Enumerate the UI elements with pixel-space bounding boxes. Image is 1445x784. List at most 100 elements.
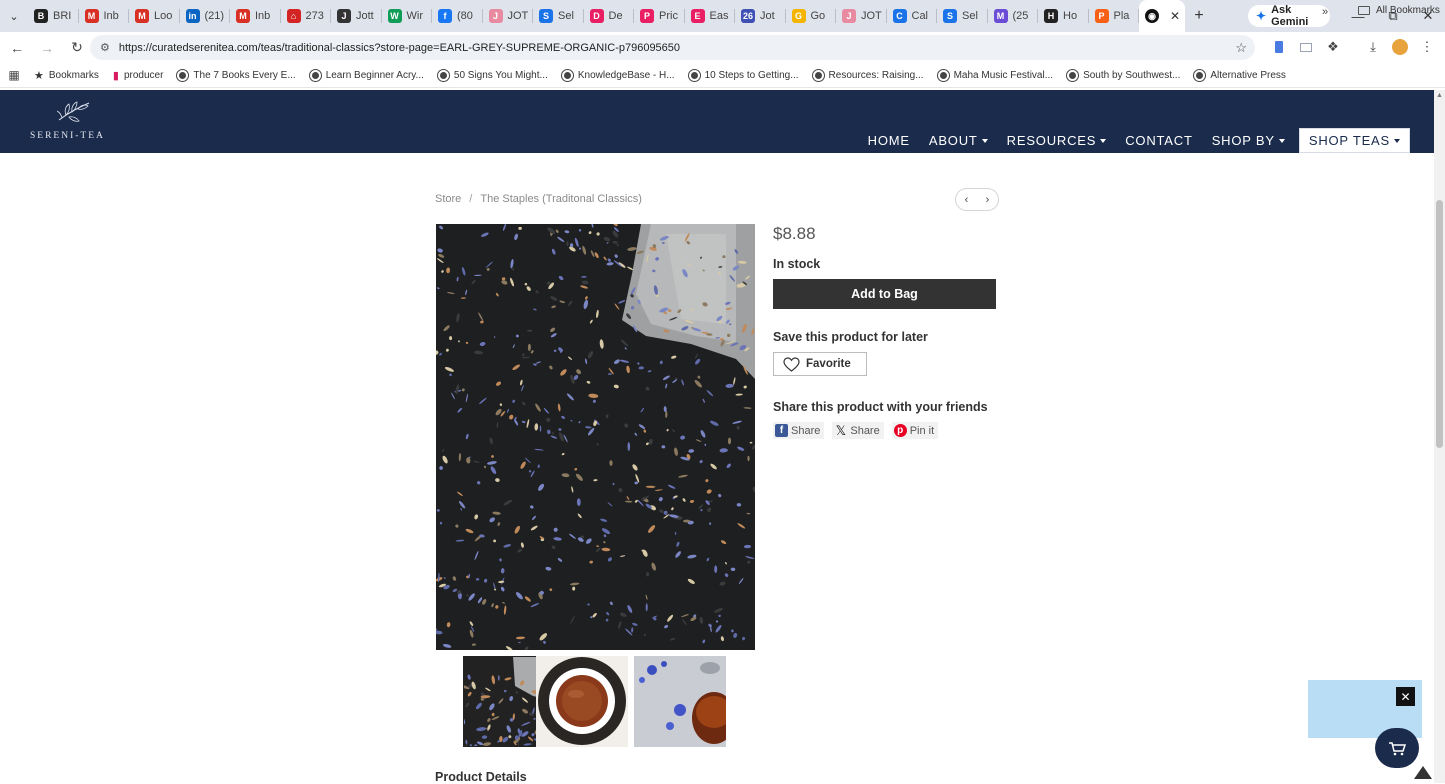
- previous-product-chevron-icon[interactable]: ‹: [965, 194, 969, 206]
- browser-tab[interactable]: W Wir: [382, 0, 433, 32]
- apps-grid-icon[interactable]: ▦: [0, 68, 28, 82]
- tab-title: Jot: [760, 10, 775, 22]
- browser-tab[interactable]: D De: [584, 0, 635, 32]
- tea-leaf-speck: [714, 565, 718, 574]
- globe-icon: [177, 69, 189, 81]
- bookmark-item[interactable]: South by Southwest...: [1067, 69, 1180, 81]
- site-logo[interactable]: SERENI-TEA: [30, 100, 114, 144]
- browser-tab[interactable]: S Sel: [937, 0, 988, 32]
- page-scrollbar[interactable]: ▲: [1434, 90, 1445, 783]
- ask-gemini-button[interactable]: ✦ Ask Gemini: [1248, 4, 1330, 28]
- facebook-icon: f: [775, 424, 788, 437]
- bookmark-item[interactable]: Learn Beginner Acry...: [309, 69, 424, 81]
- globe-icon: [437, 69, 449, 81]
- browser-tab[interactable]: M (25: [988, 0, 1039, 32]
- nav-about[interactable]: ABOUT: [929, 133, 988, 148]
- browser-tab[interactable]: H Ho: [1038, 0, 1089, 32]
- browser-tab[interactable]: M Loo: [129, 0, 180, 32]
- product-thumbnail-2[interactable]: [536, 656, 628, 747]
- more-bookmarks-button[interactable]: »: [1322, 6, 1328, 18]
- browser-tab[interactable]: J Jott: [331, 0, 382, 32]
- x-share-button[interactable]: 𝕏 Share: [832, 422, 884, 439]
- site-info-icon[interactable]: ⚙: [100, 41, 110, 54]
- tab-title: Pla: [1113, 10, 1130, 22]
- reload-button[interactable]: ↻: [64, 35, 90, 61]
- nav-label: CONTACT: [1125, 133, 1193, 148]
- scrollbar-thumb[interactable]: [1436, 200, 1443, 448]
- browser-tab[interactable]: M Inb: [79, 0, 130, 32]
- tab-favicon-icon: B: [34, 9, 48, 23]
- bookmark-item[interactable]: ★ Bookmarks: [34, 69, 99, 82]
- browser-tab[interactable]: G Go: [786, 0, 837, 32]
- next-product-chevron-icon[interactable]: ›: [986, 194, 990, 206]
- shopping-cart-button[interactable]: [1375, 728, 1419, 768]
- tab-search-button[interactable]: ⌄: [0, 0, 28, 32]
- caret-down-icon: [1394, 138, 1400, 143]
- bookmark-item[interactable]: 50 Signs You Might...: [437, 69, 548, 81]
- bookmark-item[interactable]: Alternative Press: [1194, 69, 1286, 81]
- bookmark-item[interactable]: The 7 Books Every E...: [177, 69, 296, 81]
- tab-favicon-icon: f: [438, 9, 452, 23]
- facebook-share-button[interactable]: f Share: [773, 422, 825, 439]
- pinterest-share-button[interactable]: p Pin it: [891, 422, 939, 439]
- browser-tab[interactable]: in (21): [180, 0, 231, 32]
- all-bookmarks-button[interactable]: All Bookmarks: [1358, 5, 1440, 16]
- browser-tab[interactable]: f (80: [432, 0, 483, 32]
- breadcrumb-category-link[interactable]: The Staples (Traditonal Classics): [480, 193, 642, 205]
- product-thumbnail-3[interactable]: [634, 656, 726, 747]
- tab-favicon-icon: S: [539, 9, 553, 23]
- downloads-icon[interactable]: ⤓: [1363, 37, 1383, 57]
- new-tab-button[interactable]: +: [1185, 7, 1213, 25]
- forward-button[interactable]: →: [34, 35, 60, 61]
- browser-tab[interactable]: 26 Jot: [735, 0, 786, 32]
- tea-leaf-speck: [627, 442, 631, 451]
- browser-tab[interactable]: M Inb: [230, 0, 281, 32]
- browser-tab[interactable]: P Pric: [634, 0, 685, 32]
- bookmark-item[interactable]: Resources: Raising...: [812, 69, 924, 81]
- tab-active[interactable]: ◉ ✕: [1139, 0, 1185, 32]
- product-main-image[interactable]: [436, 224, 755, 650]
- browser-tab[interactable]: ⌂ 273: [281, 0, 332, 32]
- globe-icon: [561, 69, 573, 81]
- browser-tab[interactable]: J JOT: [836, 0, 887, 32]
- extension-icon-1[interactable]: [1269, 37, 1289, 57]
- bookmark-label: Resources: Raising...: [828, 69, 924, 81]
- extensions-puzzle-icon[interactable]: ❖: [1323, 37, 1343, 57]
- tab-grid-icon[interactable]: [1296, 37, 1316, 57]
- bookmark-item[interactable]: ▮ producer: [113, 69, 164, 82]
- browser-tab[interactable]: S Sel: [533, 0, 584, 32]
- address-bar[interactable]: ⚙ https://curatedserenitea.com/teas/trad…: [90, 35, 1255, 60]
- browser-tab[interactable]: B BRI: [28, 0, 79, 32]
- bookmark-item[interactable]: Maha Music Festival...: [937, 69, 1053, 81]
- nav-shop-by[interactable]: SHOP BY: [1212, 133, 1285, 148]
- close-icon[interactable]: ✕: [1396, 687, 1415, 706]
- logo-text: SERENI-TEA: [30, 131, 105, 141]
- tab-favicon-icon: D: [589, 9, 604, 23]
- profile-avatar[interactable]: [1390, 37, 1410, 57]
- breadcrumb-store-link[interactable]: Store: [435, 193, 461, 205]
- nav-shop-teas[interactable]: SHOP TEAS: [1298, 128, 1410, 153]
- bookmarks-bar: ▦ ★ Bookmarks ▮ producer The 7 Books Every E…: [0, 63, 1445, 88]
- favorite-button[interactable]: Favorite: [773, 352, 867, 376]
- nav-contact[interactable]: CONTACT: [1125, 133, 1192, 148]
- scroll-up-arrow-icon[interactable]: ▲: [1436, 92, 1443, 99]
- scroll-to-top-button[interactable]: [1413, 764, 1433, 780]
- bookmark-star-icon[interactable]: ☆: [1235, 40, 1247, 56]
- all-bookmarks-label: All Bookmarks: [1376, 5, 1440, 16]
- browser-menu-icon[interactable]: ⋮: [1417, 37, 1437, 57]
- globe-icon: [1067, 69, 1079, 81]
- browser-tab[interactable]: C Cal: [887, 0, 938, 32]
- globe-icon: [1194, 69, 1206, 81]
- bookmark-item[interactable]: 10 Steps to Getting...: [688, 69, 799, 81]
- tab-favicon-icon: M: [135, 9, 149, 23]
- nav-home[interactable]: HOME: [868, 133, 910, 148]
- tab-close-icon[interactable]: ✕: [1170, 9, 1180, 23]
- bookmark-item[interactable]: KnowledgeBase - H...: [561, 69, 675, 81]
- back-button[interactable]: ←: [4, 35, 30, 61]
- nav-resources[interactable]: RESOURCES: [1007, 133, 1107, 148]
- browser-tab[interactable]: J JOT: [483, 0, 534, 32]
- browser-tab[interactable]: E Eas: [685, 0, 736, 32]
- tab-favicon-icon: in: [185, 9, 200, 23]
- browser-tab[interactable]: P Pla: [1089, 0, 1140, 32]
- add-to-bag-button[interactable]: Add to Bag: [773, 279, 996, 309]
